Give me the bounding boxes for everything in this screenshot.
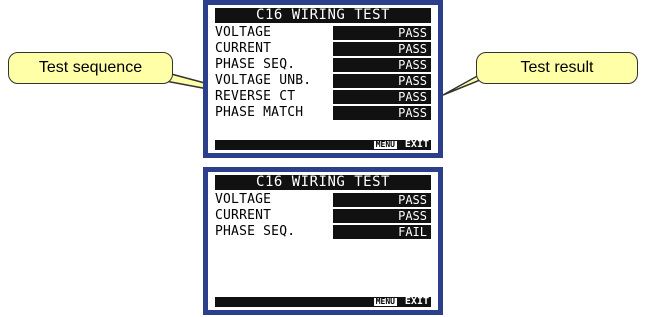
test-label: CURRENT: [215, 41, 272, 56]
test-row-current: CURRENT PASS: [215, 42, 431, 56]
test-label: VOLTAGE UNB.: [215, 73, 312, 88]
exit-button[interactable]: EXIT: [405, 297, 429, 307]
screen-title: C16 WIRING TEST: [215, 8, 431, 23]
screen-title: C16 WIRING TEST: [215, 175, 431, 190]
device-display-fail: C16 WIRING TEST VOLTAGE PASS CURRENT PAS…: [203, 167, 443, 315]
exit-button[interactable]: EXIT: [405, 140, 429, 150]
softkey-bar: MENU EXIT: [215, 140, 431, 150]
lcd-screen: C16 WIRING TEST VOLTAGE PASS CURRENT PAS…: [208, 172, 438, 310]
test-result: PASS: [333, 58, 431, 72]
test-label: PHASE SEQ.: [215, 224, 296, 239]
test-label: PHASE MATCH: [215, 105, 304, 120]
test-result: PASS: [333, 74, 431, 88]
lcd-screen: C16 WIRING TEST VOLTAGE PASS CURRENT PAS…: [208, 5, 438, 153]
test-result: PASS: [333, 26, 431, 40]
test-row-current: CURRENT PASS: [215, 209, 431, 223]
test-label: REVERSE CT: [215, 89, 296, 104]
test-result: PASS: [333, 209, 431, 223]
test-result: PASS: [333, 42, 431, 56]
softkey-bar: MENU EXIT: [215, 297, 431, 307]
menu-button[interactable]: MENU: [373, 141, 397, 149]
test-row-reverse-ct: REVERSE CT PASS: [215, 90, 431, 104]
test-label: CURRENT: [215, 208, 272, 223]
callout-test-result: Test result: [476, 52, 638, 84]
test-row-phase-match: PHASE MATCH PASS: [215, 106, 431, 120]
test-row-voltage: VOLTAGE PASS: [215, 193, 431, 207]
callout-test-result-label: Test result: [520, 59, 594, 76]
test-result: PASS: [333, 90, 431, 104]
test-row-phase-seq: PHASE SEQ. FAIL: [215, 225, 431, 239]
callout-test-sequence-label: Test sequence: [38, 59, 143, 76]
test-row-phase-seq: PHASE SEQ. PASS: [215, 58, 431, 72]
test-row-voltage-unb: VOLTAGE UNB. PASS: [215, 74, 431, 88]
test-row-voltage: VOLTAGE PASS: [215, 26, 431, 40]
test-label: VOLTAGE: [215, 192, 272, 207]
test-result: FAIL: [333, 225, 431, 239]
test-result: PASS: [333, 193, 431, 207]
test-result: PASS: [333, 106, 431, 120]
test-label: PHASE SEQ.: [215, 57, 296, 72]
test-label: VOLTAGE: [215, 25, 272, 40]
device-display-all-pass: C16 WIRING TEST VOLTAGE PASS CURRENT PAS…: [203, 0, 443, 158]
menu-button[interactable]: MENU: [373, 298, 397, 306]
callout-test-sequence: Test sequence: [8, 52, 173, 84]
